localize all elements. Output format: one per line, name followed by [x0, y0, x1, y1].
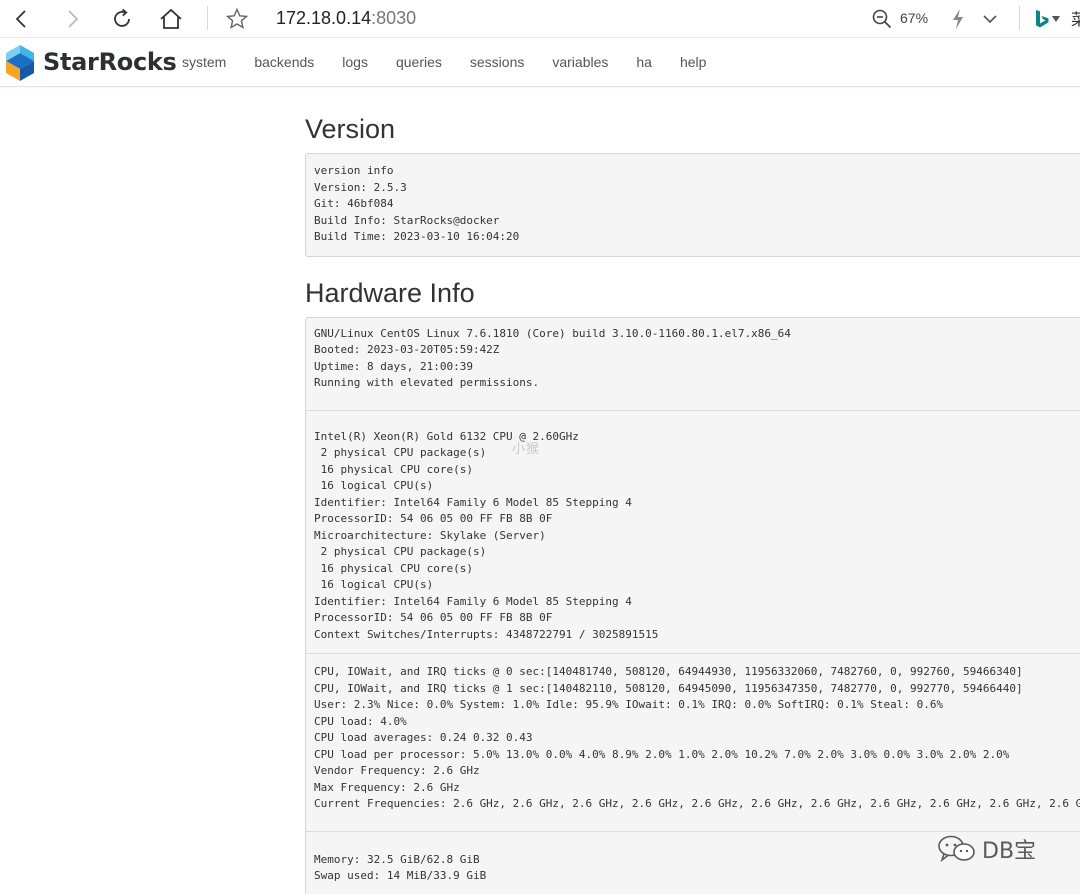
- nav-variables[interactable]: variables: [538, 38, 622, 87]
- cpu-load-section: CPU, IOWait, and IRQ ticks @ 0 sec:[1404…: [306, 654, 1080, 832]
- version-panel: version info Version: 2.5.3 Git: 46bf084…: [305, 153, 1080, 257]
- nav-system[interactable]: system: [168, 38, 240, 87]
- toolbar-divider: [207, 6, 208, 30]
- watermark-small: 小猴: [512, 441, 541, 456]
- home-icon[interactable]: [155, 3, 187, 35]
- forward-icon[interactable]: [56, 3, 88, 35]
- url-host: 172.18.0.14: [276, 8, 372, 28]
- zoom-level[interactable]: 67%: [900, 9, 928, 27]
- bookmark-star-icon[interactable]: [221, 3, 253, 35]
- nav-queries[interactable]: queries: [382, 38, 456, 87]
- url-port: :8030: [371, 8, 417, 28]
- cpu-load-text: CPU, IOWait, and IRQ ticks @ 0 sec:[1404…: [314, 665, 1080, 810]
- app-navbar: StarRocks system backends logs queries s…: [0, 38, 1080, 87]
- brand-name[interactable]: StarRocks: [43, 47, 177, 77]
- caret-down-icon[interactable]: [1049, 3, 1063, 35]
- zoom-icon[interactable]: [866, 3, 898, 35]
- os-section: GNU/Linux CentOS Linux 7.6.1810 (Core) b…: [306, 318, 1080, 411]
- main-content: Version version info Version: 2.5.3 Git:…: [305, 88, 1080, 894]
- version-heading: Version: [305, 114, 396, 144]
- starrocks-logo-icon[interactable]: [0, 43, 40, 83]
- extension-label[interactable]: 菜: [1071, 6, 1080, 30]
- lightning-icon[interactable]: [942, 3, 974, 35]
- hardware-panel: GNU/Linux CentOS Linux 7.6.1810 (Core) b…: [305, 316, 1080, 894]
- os-info-text: GNU/Linux CentOS Linux 7.6.1810 (Core) b…: [314, 326, 791, 390]
- hardware-heading: Hardware Info: [305, 277, 475, 308]
- cpu-section: Intel(R) Xeon(R) Gold 6132 CPU @ 2.60GHz…: [306, 411, 1080, 654]
- nav-backends[interactable]: backends: [240, 38, 328, 87]
- nav-help[interactable]: help: [666, 38, 720, 87]
- cpu-info-text: Intel(R) Xeon(R) Gold 6132 CPU @ 2.60GHz…: [314, 429, 659, 641]
- wechat-icon: [936, 834, 978, 869]
- nav-logs[interactable]: logs: [328, 38, 382, 87]
- main-nav: system backends logs queries sessions va…: [168, 38, 720, 87]
- nav-ha[interactable]: ha: [622, 38, 666, 87]
- toolbar-divider: [1019, 6, 1020, 30]
- back-icon[interactable]: [6, 3, 38, 35]
- version-info-text: version info Version: 2.5.3 Git: 46bf084…: [314, 164, 520, 243]
- browser-toolbar: 172.18.0.14:8030 67% 菜: [0, 0, 1080, 38]
- nav-sessions[interactable]: sessions: [456, 38, 538, 87]
- reload-icon[interactable]: [106, 3, 138, 35]
- chevron-down-icon[interactable]: [974, 3, 1006, 35]
- watermark-db: DB宝: [936, 834, 1036, 869]
- address-bar[interactable]: 172.18.0.14:8030: [276, 6, 416, 30]
- watermark-db-text: DB宝: [982, 838, 1037, 864]
